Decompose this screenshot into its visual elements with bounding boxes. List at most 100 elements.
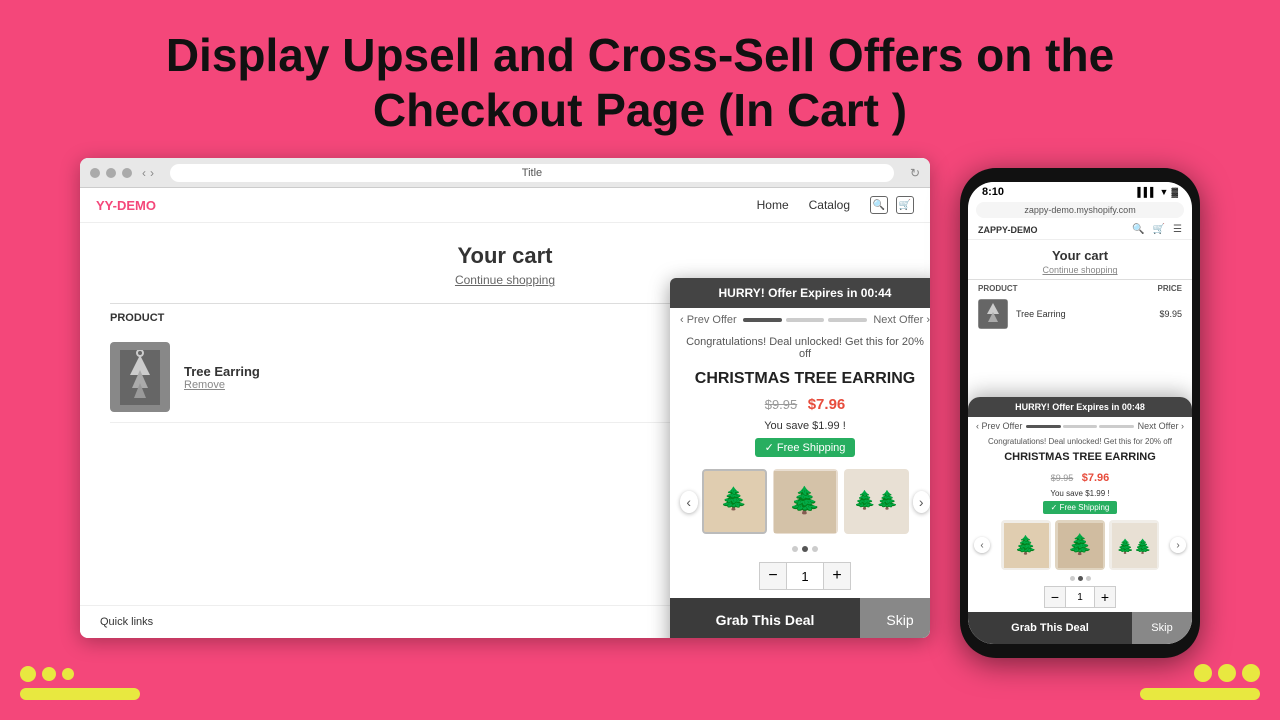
- phone-cart-sublink[interactable]: Continue shopping: [968, 265, 1192, 275]
- phone-qty-increase-btn[interactable]: +: [1094, 586, 1116, 608]
- phone-progress: [1022, 425, 1137, 428]
- qty-increase-btn[interactable]: +: [823, 562, 851, 590]
- phone-store-icons: 🔍 🛒 ☰: [1132, 224, 1182, 235]
- browser-dot-1: [90, 168, 100, 178]
- phone-product-col: PRODUCT: [978, 284, 1018, 293]
- phone-image-dots: [968, 574, 1192, 583]
- browser-arrows: ‹ ›: [142, 166, 154, 180]
- popup-img-prev-btn[interactable]: ‹: [680, 491, 698, 513]
- popup-img-next-btn[interactable]: ›: [913, 491, 931, 513]
- phone-dot-3: [1086, 576, 1091, 581]
- svg-text:🌲: 🌲: [720, 486, 747, 511]
- phone-skip-btn[interactable]: Skip: [1132, 612, 1192, 644]
- phone-popup-timer: HURRY! Offer Expires in 00:48: [968, 397, 1192, 417]
- nav-home[interactable]: Home: [757, 198, 789, 212]
- phone-prev-offer-btn[interactable]: ‹ Prev Offer: [976, 421, 1022, 431]
- phone-free-shipping: ✓ Free Shipping: [1043, 501, 1118, 514]
- phone-orig-price: $9.95: [1051, 473, 1074, 483]
- phone-url-bar[interactable]: zappy-demo.myshopify.com: [976, 202, 1184, 218]
- popup-qty-control: − 1 +: [670, 556, 930, 598]
- popup-product-img-1: 🌲: [702, 469, 767, 534]
- decorative-dots-left: [20, 666, 74, 682]
- phone-prod-img-1: 🌲: [1001, 520, 1051, 570]
- phone-prod-img-2: 🌲: [1055, 520, 1105, 570]
- svg-text:🌲🌲: 🌲🌲: [854, 489, 899, 510]
- phone-deal-text: Congratulations! Deal unlocked! Get this…: [968, 435, 1192, 448]
- footer-quick-links[interactable]: Quick links: [100, 616, 153, 628]
- back-arrow-icon[interactable]: ‹: [142, 166, 146, 180]
- popup-nav: ‹ Prev Offer Next Offer ›: [670, 308, 930, 332]
- store-nav: YY-DEMO Home Catalog 🔍 🛒: [80, 188, 930, 223]
- browser-dot-2: [106, 168, 116, 178]
- svg-text:🌲: 🌲: [789, 485, 821, 515]
- popup-dot-1: [792, 546, 798, 552]
- store-nav-links: Home Catalog: [757, 198, 850, 212]
- popup-sale-price: $7.96: [808, 396, 846, 413]
- signal-icon: ▌▌▌: [1137, 187, 1156, 197]
- store-logo-y: Y: [96, 198, 105, 213]
- forward-arrow-icon[interactable]: ›: [150, 166, 154, 180]
- phone-product-images: ‹ 🌲 🌲: [968, 516, 1192, 574]
- skip-btn[interactable]: Skip: [860, 598, 930, 638]
- store-logo: YY-DEMO: [96, 198, 156, 213]
- yellow-bar-right: [1140, 688, 1260, 700]
- cart-icon[interactable]: 🛒: [896, 196, 914, 214]
- phone-imgs: 🌲 🌲 🌲🌲: [994, 520, 1166, 570]
- dot-left-2: [42, 667, 56, 681]
- phone-status-icons: ▌▌▌ ▼ ▓: [1137, 187, 1178, 197]
- cart-heading: Your cart: [110, 243, 900, 269]
- reload-icon[interactable]: ↻: [910, 166, 920, 180]
- search-icon[interactable]: 🔍: [870, 196, 888, 214]
- grab-deal-btn[interactable]: Grab This Deal: [670, 598, 860, 638]
- browser-address-bar[interactable]: Title: [170, 164, 894, 182]
- phone-progress-2: [1063, 425, 1097, 428]
- page-title: Display Upsell and Cross-Sell Offers on …: [0, 0, 1280, 158]
- phone-grab-deal-btn[interactable]: Grab This Deal: [968, 612, 1132, 644]
- phone-cta-row: Grab This Deal Skip: [968, 612, 1192, 644]
- phone-cart-item: Tree Earring $9.95: [968, 295, 1192, 333]
- phone-store-logo: ZAPPY-DEMO: [978, 225, 1038, 235]
- phone-search-icon[interactable]: 🔍: [1132, 224, 1144, 235]
- phone-cart-item-name: Tree Earring: [1016, 309, 1066, 319]
- phone-dot-2: [1078, 576, 1083, 581]
- phone-cart-heading: Your cart: [968, 240, 1192, 265]
- phone-popup-nav: ‹ Prev Offer Next Offer ›: [968, 417, 1192, 435]
- browser-mockup: ‹ › Title ↻ YY-DEMO Home Catalog 🔍 🛒: [80, 158, 930, 638]
- phone-sale-price: $7.96: [1082, 472, 1110, 484]
- qty-decrease-btn[interactable]: −: [759, 562, 787, 590]
- phone-dot-1: [1070, 576, 1075, 581]
- progress-bar-3: [828, 318, 867, 322]
- popup-image-dots: [670, 542, 930, 556]
- store-logo-text: Y-DEMO: [105, 198, 156, 213]
- phone-time: 8:10: [982, 186, 1004, 198]
- phone-product-title: CHRISTMAS TREE EARRING: [968, 448, 1192, 466]
- decorative-dots-right: [1194, 664, 1260, 682]
- phone-store-nav: ZAPPY-DEMO 🔍 🛒 ☰: [968, 220, 1192, 240]
- svg-text:🌲: 🌲: [1014, 534, 1036, 555]
- popup-pricing: $9.95 $7.96: [670, 392, 930, 418]
- popup-product-img-3: 🌲🌲: [844, 469, 909, 534]
- phone-progress-1: [1026, 425, 1060, 428]
- dot-right-1: [1194, 664, 1212, 682]
- phone-price-col: PRICE: [1158, 284, 1182, 293]
- next-offer-btn[interactable]: Next Offer ›: [873, 314, 930, 326]
- dot-right-2: [1218, 664, 1236, 682]
- prev-offer-btn[interactable]: ‹ Prev Offer: [680, 314, 737, 326]
- popup-dot-3: [812, 546, 818, 552]
- popup-deal-text: Congratulations! Deal unlocked! Get this…: [670, 332, 930, 364]
- phone-cart-icon[interactable]: 🛒: [1153, 224, 1165, 235]
- address-bar-text: Title: [522, 167, 542, 179]
- nav-catalog[interactable]: Catalog: [809, 198, 850, 212]
- phone-screen: 8:10 ▌▌▌ ▼ ▓ zappy-demo.myshopify.com ZA…: [968, 182, 1192, 644]
- phone-menu-icon[interactable]: ☰: [1173, 224, 1182, 235]
- browser-toolbar: ‹ › Title ↻: [80, 158, 930, 188]
- phone-qty-decrease-btn[interactable]: −: [1044, 586, 1066, 608]
- phone-img-next-btn[interactable]: ›: [1170, 537, 1186, 553]
- phone-img-prev-btn[interactable]: ‹: [974, 537, 990, 553]
- phone-next-offer-btn[interactable]: Next Offer ›: [1138, 421, 1184, 431]
- battery-icon: ▓: [1171, 187, 1178, 197]
- progress-bar-2: [786, 318, 825, 322]
- phone-pricing: $9.95 $7.96: [968, 466, 1192, 488]
- store-nav-icons: 🔍 🛒: [870, 196, 914, 214]
- popup-product-images: 🌲 🌲: [702, 469, 909, 534]
